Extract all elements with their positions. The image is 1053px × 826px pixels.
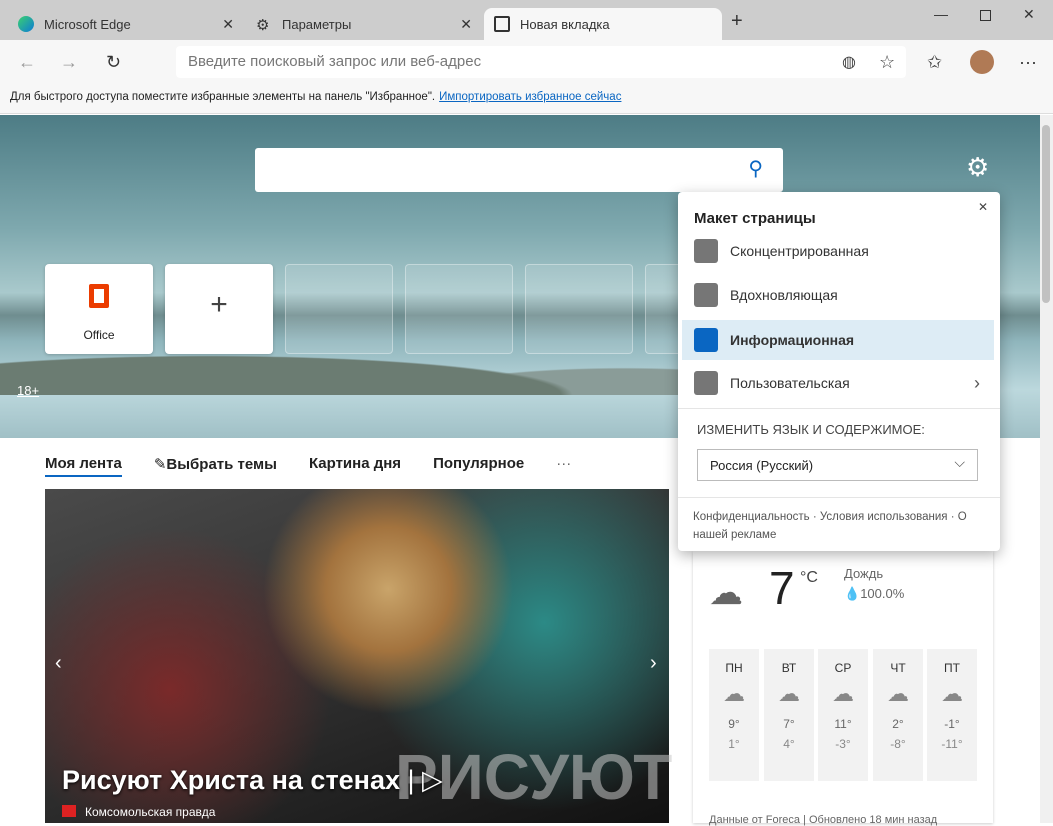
language-label: ИЗМЕНИТЬ ЯЗЫК И СОДЕРЖИМОЕ: bbox=[697, 422, 925, 437]
tab-settings[interactable]: ⚙ Параметры ✕ bbox=[246, 8, 482, 40]
source-logo bbox=[62, 805, 76, 817]
settings-gear-icon[interactable]: ⚙ bbox=[966, 152, 989, 183]
cloud-icon: ☁ bbox=[778, 681, 800, 706]
gear-icon: ⚙ bbox=[256, 17, 270, 34]
cloud-icon: ☁ bbox=[832, 681, 854, 706]
maximize-button[interactable] bbox=[980, 10, 991, 21]
forecast-day: ЧТ ☁ 2° -8° bbox=[873, 649, 923, 781]
address-bar[interactable]: Введите поисковый запрос или веб-адрес bbox=[176, 46, 906, 78]
terms-link[interactable]: Условия использования bbox=[820, 511, 948, 523]
panel-title: Макет страницы bbox=[694, 210, 816, 227]
search-box[interactable]: ⚲ bbox=[255, 148, 783, 192]
divider bbox=[678, 497, 1000, 498]
tab-new-tab[interactable]: Новая вкладка bbox=[484, 8, 722, 40]
cloud-icon: ☁ bbox=[723, 681, 745, 706]
current-temp: 7 bbox=[769, 562, 795, 614]
favorites-hint: Для быстрого доступа поместите избранные… bbox=[10, 91, 436, 103]
age-badge[interactable]: 18+ bbox=[17, 383, 39, 398]
informational-layout-icon bbox=[694, 328, 718, 352]
divider bbox=[678, 408, 1000, 409]
import-favorites-link[interactable]: Импортировать избранное сейчас bbox=[439, 91, 621, 103]
edge-logo-icon bbox=[18, 16, 34, 32]
carousel-prev-icon[interactable]: ‹ bbox=[55, 652, 62, 675]
office-icon bbox=[89, 284, 109, 308]
tab-choose-topics[interactable]: ✎Выбрать темы bbox=[154, 455, 277, 477]
tile-office[interactable]: Office bbox=[45, 264, 153, 354]
favorites-icon[interactable]: ✩ bbox=[927, 52, 942, 73]
rain-cloud-icon: ☁ bbox=[709, 574, 743, 612]
feed-headline[interactable]: Рисуют Христа на стенах | ▷ bbox=[62, 765, 443, 796]
weather-footer[interactable]: Данные от Foreca | Обновлено 18 мин наза… bbox=[709, 814, 937, 826]
close-tab-icon[interactable]: ✕ bbox=[460, 16, 472, 33]
more-icon[interactable]: ··· bbox=[1019, 52, 1037, 73]
tab-title: Microsoft Edge bbox=[44, 16, 131, 32]
focused-layout-icon bbox=[694, 239, 718, 263]
carousel-next-icon[interactable]: › bbox=[650, 652, 657, 675]
more-tabs-button[interactable]: ··· bbox=[556, 455, 571, 477]
page-layout-panel: ✕ Макет страницы Сконцентрированная Вдох… bbox=[678, 192, 1000, 551]
tracking-icon[interactable]: ◍ bbox=[842, 52, 856, 72]
tab-my-feed[interactable]: Моя лента bbox=[45, 455, 122, 477]
weather-card[interactable]: ☁ 7 °C Дождь 💧100.0% ПН ☁ 9° 1° ВТ ☁ 7° 4° СР ☁… bbox=[693, 551, 993, 826]
star-icon[interactable]: ☆ bbox=[879, 52, 895, 73]
empty-tile bbox=[285, 264, 393, 354]
privacy-link[interactable]: Конфиденциальность bbox=[693, 511, 810, 523]
feed-source[interactable]: Комсомольская правда bbox=[85, 805, 215, 819]
chevron-down-icon: ⌵ bbox=[954, 454, 965, 470]
favorites-bar: Для быстрого доступа поместите избранные… bbox=[0, 86, 1053, 114]
avatar[interactable] bbox=[970, 50, 994, 74]
temp-unit[interactable]: °C bbox=[800, 569, 818, 587]
tab-picture-of-day[interactable]: Картина дня bbox=[309, 455, 401, 477]
scrollbar-thumb[interactable] bbox=[1042, 125, 1050, 303]
cloud-icon: ☁ bbox=[941, 681, 963, 706]
tab-popular[interactable]: Популярное bbox=[433, 455, 524, 477]
cloud-icon: ☁ bbox=[887, 681, 909, 706]
empty-tile bbox=[405, 264, 513, 354]
image-layout-icon bbox=[694, 283, 718, 307]
empty-tile bbox=[525, 264, 633, 354]
layout-informational[interactable]: Информационная bbox=[682, 320, 994, 360]
layout-inspirational[interactable]: Вдохновляющая bbox=[678, 275, 1000, 315]
new-tab-button[interactable]: + bbox=[731, 10, 743, 33]
footer-links: Конфиденциальность · Условия использован… bbox=[693, 511, 967, 541]
tab-microsoft-edge[interactable]: Microsoft Edge ✕ bbox=[8, 8, 244, 40]
droplet-icon: 💧 bbox=[844, 586, 861, 601]
close-tab-icon[interactable]: ✕ bbox=[222, 16, 234, 33]
back-button[interactable]: ← bbox=[18, 52, 36, 73]
forecast-day: ПН ☁ 9° 1° bbox=[709, 649, 759, 781]
precip-value: 100.0% bbox=[860, 586, 905, 601]
feed-tabs: Моя лента ✎Выбрать темы Картина дня Попу… bbox=[45, 455, 571, 477]
layout-custom[interactable]: Пользовательская › bbox=[678, 363, 1000, 403]
weather-condition: Дождь bbox=[844, 566, 884, 581]
address-placeholder: Введите поисковый запрос или веб-адрес bbox=[188, 53, 482, 70]
chevron-right-icon: › bbox=[974, 372, 980, 393]
language-select[interactable]: Россия (Русский) ⌵ bbox=[697, 449, 978, 481]
pencil-icon: ✎ bbox=[153, 456, 167, 473]
tab-title: Новая вкладка bbox=[520, 16, 610, 32]
layout-focused[interactable]: Сконцентрированная bbox=[678, 231, 1000, 271]
minimize-button[interactable]: — bbox=[934, 6, 948, 22]
tile-label: Office bbox=[83, 328, 115, 342]
refresh-button[interactable]: ↻ bbox=[106, 52, 121, 73]
add-tile-button[interactable]: + bbox=[165, 264, 273, 354]
forecast-day: ПТ ☁ -1° -11° bbox=[927, 649, 977, 781]
new-tab-icon bbox=[494, 16, 510, 32]
search-icon[interactable]: ⚲ bbox=[748, 156, 763, 181]
forecast-day: ВТ ☁ 7° 4° bbox=[764, 649, 814, 781]
forward-button[interactable]: → bbox=[60, 52, 78, 73]
pencil-layout-icon bbox=[694, 371, 718, 395]
forecast-day: СР ☁ 11° -3° bbox=[818, 649, 868, 781]
close-window-button[interactable]: ✕ bbox=[1023, 6, 1035, 23]
tab-title: Параметры bbox=[282, 16, 352, 32]
close-icon[interactable]: ✕ bbox=[978, 200, 988, 214]
